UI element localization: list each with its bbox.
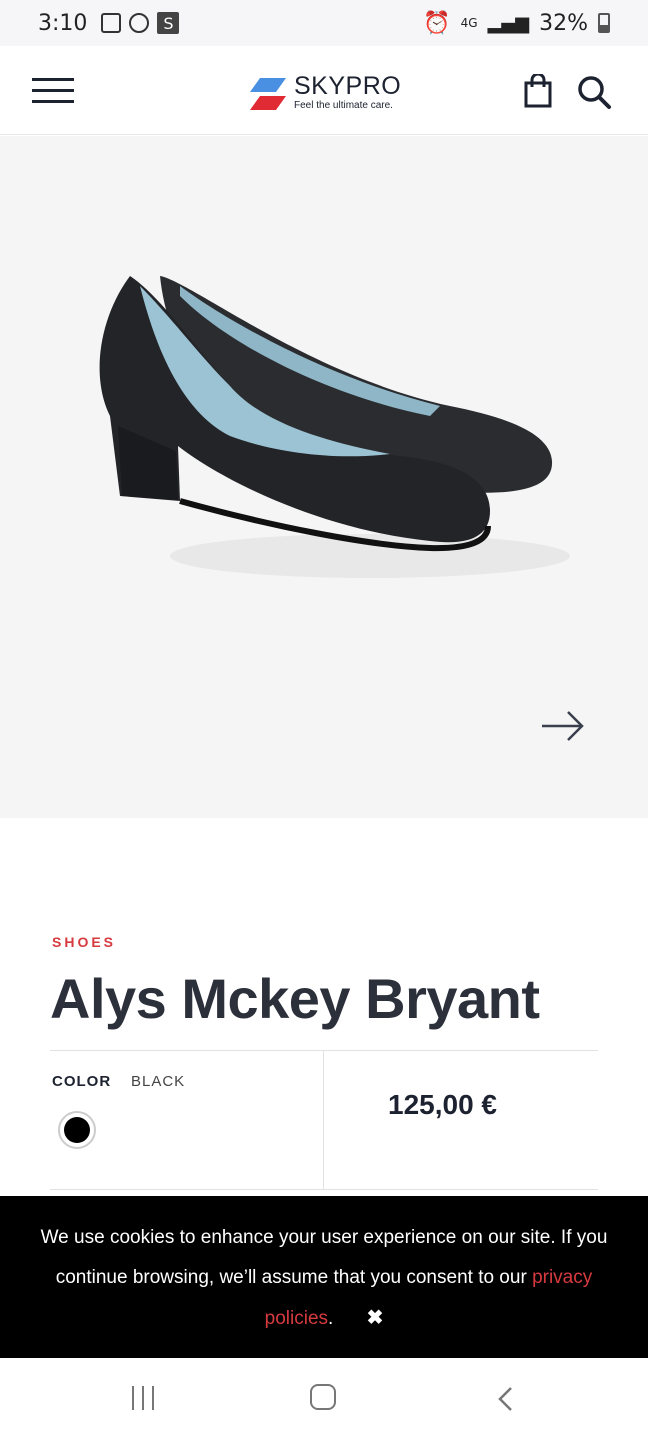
product-image xyxy=(99,276,570,578)
back-icon[interactable] xyxy=(496,1386,516,1412)
menu-icon[interactable] xyxy=(32,78,74,104)
sync-notification-icon xyxy=(129,13,150,33)
product-title: Alys Mckey Bryant xyxy=(50,967,540,1030)
recent-apps-icon[interactable] xyxy=(130,1386,156,1410)
status-bar: 3:10 S ⏰ 4G ▂▄▆ 32% xyxy=(0,0,648,46)
alarm-icon: ⏰ xyxy=(423,10,451,36)
product-options: COLOR BLACK 125,00 € xyxy=(50,1050,598,1190)
product-gallery[interactable] xyxy=(0,136,648,818)
color-value: BLACK xyxy=(131,1073,186,1090)
close-icon[interactable]: ✖ xyxy=(367,1298,384,1338)
network-type: 4G xyxy=(460,16,478,30)
brand-tagline: Feel the ultimate care. xyxy=(294,100,393,111)
home-icon[interactable] xyxy=(310,1384,336,1410)
bag-icon[interactable] xyxy=(524,74,552,108)
search-icon[interactable] xyxy=(576,74,612,110)
signal-icon: ▂▄▆ xyxy=(487,12,530,34)
status-time: 3:10 xyxy=(38,10,88,36)
color-label: COLOR xyxy=(52,1073,112,1090)
system-nav-bar xyxy=(0,1358,648,1440)
product-category[interactable]: SHOES xyxy=(52,934,116,950)
battery-percent: 32% xyxy=(539,10,588,36)
battery-icon xyxy=(598,13,610,33)
brand-logo[interactable]: SKYPRO Feel the ultimate care. xyxy=(250,72,410,116)
gallery-notification-icon xyxy=(101,13,122,33)
cookie-banner: We use cookies to enhance your user expe… xyxy=(0,1196,648,1358)
product-price: 125,00 € xyxy=(388,1089,497,1120)
color-swatch-black[interactable] xyxy=(58,1111,96,1149)
next-image-arrow-icon[interactable] xyxy=(540,708,586,744)
cookie-text: We use cookies to enhance your user expe… xyxy=(40,1227,608,1288)
cookie-period: . xyxy=(328,1308,334,1329)
options-divider xyxy=(323,1051,324,1189)
logo-mark-icon xyxy=(250,78,286,110)
s-notification-icon: S xyxy=(157,12,180,34)
brand-name: SKYPRO xyxy=(294,72,402,100)
site-header: SKYPRO Feel the ultimate care. xyxy=(0,46,648,135)
